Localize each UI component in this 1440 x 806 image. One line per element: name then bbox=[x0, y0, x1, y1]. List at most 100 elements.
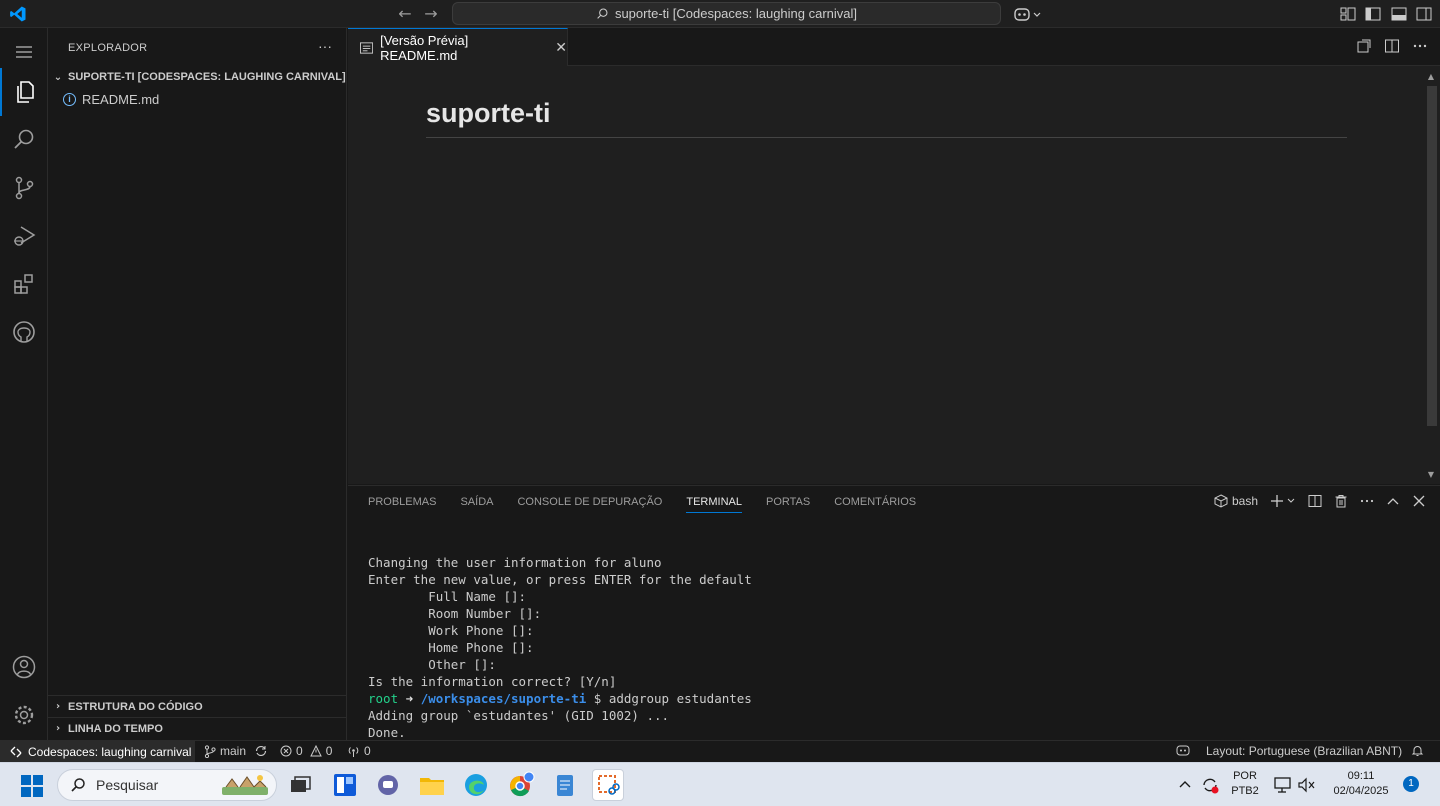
shell-name[interactable]: bash bbox=[1232, 494, 1258, 508]
scrollbar-thumb[interactable] bbox=[1427, 86, 1437, 426]
timeline-section[interactable]: › LINHA DO TEMPO bbox=[48, 717, 347, 739]
chevron-up-icon[interactable] bbox=[1178, 777, 1192, 791]
customize-layout-icon[interactable] bbox=[1339, 5, 1357, 23]
scroll-up-icon[interactable]: ▲ bbox=[1428, 72, 1434, 81]
source-control-icon bbox=[15, 176, 34, 200]
search-icon bbox=[71, 778, 85, 792]
scroll-down-icon[interactable]: ▼ bbox=[1428, 470, 1434, 479]
toggle-secondary-sidebar-icon[interactable] bbox=[1415, 5, 1433, 23]
widgets-app[interactable] bbox=[329, 769, 361, 801]
terminal-line: Done. bbox=[368, 725, 406, 740]
account-icon bbox=[12, 655, 36, 679]
ports-indicator[interactable]: 0 bbox=[347, 744, 371, 758]
notification-badge[interactable]: 1 bbox=[1403, 776, 1419, 792]
remote-label: Codespaces: laughing carnival bbox=[28, 744, 192, 759]
clock-date: 02/04/2025 bbox=[1333, 785, 1389, 797]
notepad-icon bbox=[557, 775, 573, 796]
info-icon: i bbox=[63, 92, 76, 106]
more-actions-icon[interactable] bbox=[1412, 38, 1428, 54]
outline-section[interactable]: › ESTRUTURA DO CÓDIGO bbox=[48, 695, 347, 717]
keyboard-layout[interactable]: Layout: Portuguese (Brazilian ABNT) bbox=[1206, 744, 1402, 758]
tab-comments[interactable]: COMENTÁRIOS bbox=[834, 496, 916, 513]
branch-indicator[interactable]: main bbox=[204, 744, 268, 758]
tab-ports[interactable]: PORTAS bbox=[766, 496, 810, 513]
settings-button[interactable] bbox=[0, 691, 48, 739]
terminal-shell-icon bbox=[1214, 494, 1228, 508]
extensions-icon bbox=[14, 274, 33, 294]
maximize-panel-icon[interactable] bbox=[1386, 494, 1400, 508]
explorer-button[interactable] bbox=[0, 68, 48, 116]
tab-debug-console[interactable]: CONSOLE DE DEPURAÇÃO bbox=[517, 496, 662, 513]
workspace-folder[interactable]: ⌄ SUPORTE-TI [CODESPACES: LAUGHING CARNI… bbox=[48, 66, 347, 88]
bottom-panel: PROBLEMAS SAÍDA CONSOLE DE DEPURAÇÃO TER… bbox=[348, 485, 1440, 757]
vscode-logo-icon[interactable] bbox=[9, 5, 27, 23]
activity-bar bbox=[0, 28, 48, 740]
toggle-panel-icon[interactable] bbox=[1390, 5, 1408, 23]
forward-arrow-icon[interactable]: → bbox=[421, 4, 441, 24]
problems-indicator[interactable]: 0 0 bbox=[280, 744, 332, 758]
file-explorer-app[interactable] bbox=[416, 769, 448, 801]
search-icon bbox=[597, 8, 608, 19]
source-control-button[interactable] bbox=[0, 164, 48, 212]
remote-indicator[interactable]: Codespaces: laughing carnival bbox=[0, 741, 195, 762]
teams-app[interactable] bbox=[372, 769, 404, 801]
github-button[interactable] bbox=[0, 308, 48, 356]
extensions-button[interactable] bbox=[0, 260, 48, 308]
tab-terminal[interactable]: TERMINAL bbox=[686, 496, 742, 513]
tab-output[interactable]: SAÍDA bbox=[460, 496, 493, 513]
ports-count: 0 bbox=[364, 744, 371, 758]
chrome-app[interactable] bbox=[505, 769, 537, 801]
trash-icon[interactable] bbox=[1334, 494, 1348, 508]
terminal-line: Adding group `estudantes' (GID 1002) ... bbox=[368, 708, 670, 723]
toggle-sidebar-icon[interactable] bbox=[1364, 5, 1382, 23]
run-debug-button[interactable] bbox=[0, 212, 48, 260]
markdown-preview[interactable]: suporte-ti ▲ ▼ bbox=[348, 66, 1440, 484]
snipping-tool-app[interactable] bbox=[592, 769, 624, 801]
copilot-status[interactable] bbox=[1176, 744, 1190, 756]
split-editor-icon[interactable] bbox=[1384, 38, 1400, 54]
more-actions-icon[interactable] bbox=[1360, 494, 1374, 508]
command-center[interactable]: suporte-ti [Codespaces: laughing carniva… bbox=[452, 2, 1001, 25]
teams-chat-icon bbox=[378, 775, 398, 795]
notifications-button[interactable] bbox=[1411, 744, 1424, 757]
terminal-line: Enter the new value, or press ENTER for … bbox=[368, 572, 752, 587]
edge-app[interactable] bbox=[460, 769, 492, 801]
network-icon[interactable] bbox=[1273, 776, 1293, 794]
taskbar-search[interactable]: Pesquisar bbox=[57, 769, 277, 801]
split-terminal-icon[interactable] bbox=[1308, 494, 1322, 508]
windows-start-icon[interactable] bbox=[21, 775, 43, 797]
search-placeholder: Pesquisar bbox=[96, 777, 159, 793]
chevron-right-icon: › bbox=[55, 723, 61, 734]
notepad-app[interactable] bbox=[549, 769, 581, 801]
terminal-line: Room Number []: bbox=[368, 606, 542, 621]
task-view-app[interactable] bbox=[284, 769, 316, 801]
tab-readme-preview[interactable]: [Versão Prévia] README.md ✕ bbox=[348, 28, 568, 66]
new-terminal-icon[interactable] bbox=[1270, 494, 1296, 508]
back-arrow-icon[interactable]: ← bbox=[395, 4, 415, 24]
terminal-line: Home Phone []: bbox=[368, 640, 534, 655]
open-source-icon[interactable] bbox=[1356, 38, 1372, 54]
broadcast-icon bbox=[348, 746, 359, 757]
volume-muted-icon[interactable] bbox=[1297, 776, 1317, 794]
close-panel-icon[interactable] bbox=[1412, 494, 1426, 508]
terminal-line: Changing the user information for aluno bbox=[368, 555, 662, 570]
warning-icon bbox=[309, 745, 322, 757]
branch-icon bbox=[204, 744, 216, 758]
warning-count: 0 bbox=[325, 744, 333, 758]
error-icon bbox=[280, 745, 292, 757]
sync-alert-icon[interactable] bbox=[1200, 775, 1220, 795]
tab-problems[interactable]: PROBLEMAS bbox=[368, 496, 436, 513]
vscode-window: ← → suporte-ti [Codespaces: laughing car… bbox=[0, 0, 1440, 806]
search-button[interactable] bbox=[0, 116, 48, 164]
workspace-folder-label: SUPORTE-TI [CODESPACES: LAUGHING CARNIVA… bbox=[68, 71, 346, 83]
file-item-readme[interactable]: i README.md bbox=[48, 88, 347, 110]
accounts-button[interactable] bbox=[0, 643, 48, 691]
explorer-title: EXPLORADOR bbox=[68, 42, 148, 54]
input-language[interactable]: POR PTB2 bbox=[1230, 769, 1260, 799]
copilot-icon[interactable] bbox=[1013, 5, 1041, 23]
close-icon[interactable]: ✕ bbox=[555, 40, 567, 56]
more-actions-icon[interactable]: ··· bbox=[318, 38, 332, 54]
editor-tab-bar: [Versão Prévia] README.md ✕ bbox=[348, 28, 1440, 66]
clock[interactable]: 09:11 02/04/2025 bbox=[1326, 769, 1396, 799]
github-icon bbox=[13, 321, 35, 343]
